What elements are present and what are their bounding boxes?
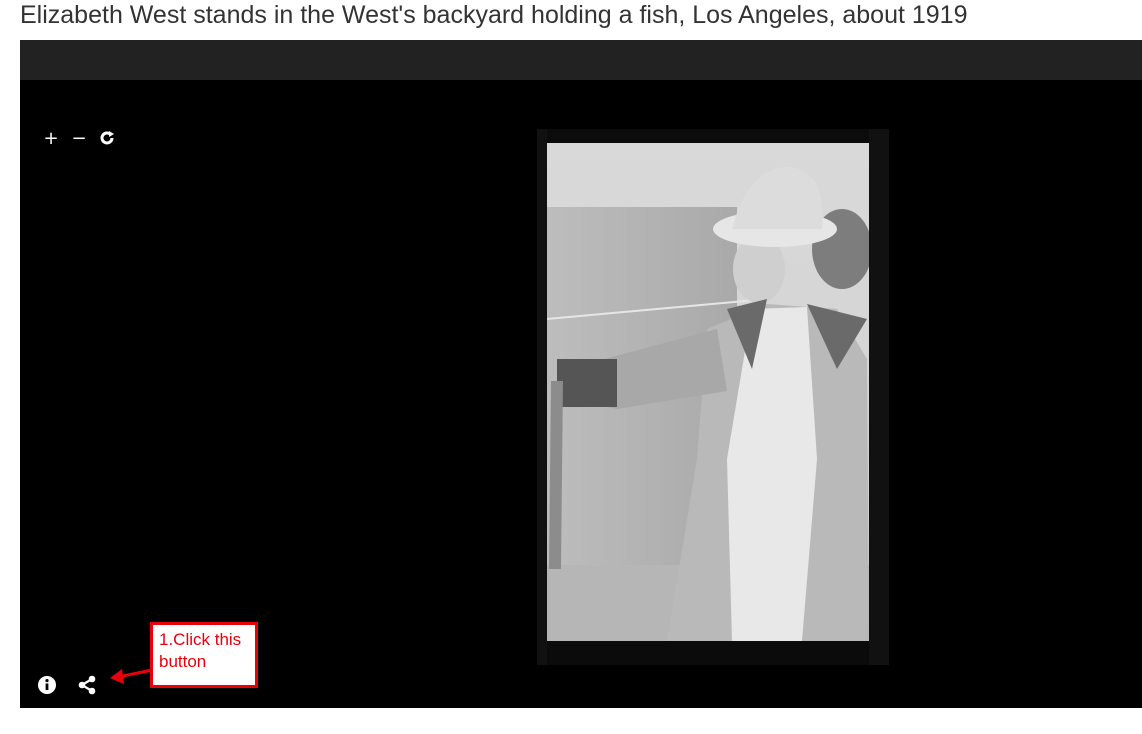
zoom-out-button[interactable]: − — [70, 128, 88, 149]
reset-zoom-button[interactable] — [98, 128, 116, 148]
annotation-callout: 1.Click this button — [150, 622, 258, 688]
info-icon — [38, 676, 56, 694]
viewer-toolbar — [20, 40, 1142, 80]
zoom-controls: + − — [42, 128, 116, 149]
image-viewer[interactable]: + − — [20, 40, 1142, 708]
rotate-icon — [100, 131, 114, 145]
photograph — [537, 129, 889, 665]
share-icon — [78, 675, 96, 695]
annotation-arrow — [110, 668, 153, 684]
photo-image — [537, 129, 889, 665]
viewer-bottom-controls — [36, 674, 98, 696]
page-title: Elizabeth West stands in the West's back… — [20, 1, 968, 29]
share-button[interactable] — [76, 674, 98, 696]
zoom-in-button[interactable]: + — [42, 128, 60, 149]
info-button[interactable] — [36, 674, 58, 696]
